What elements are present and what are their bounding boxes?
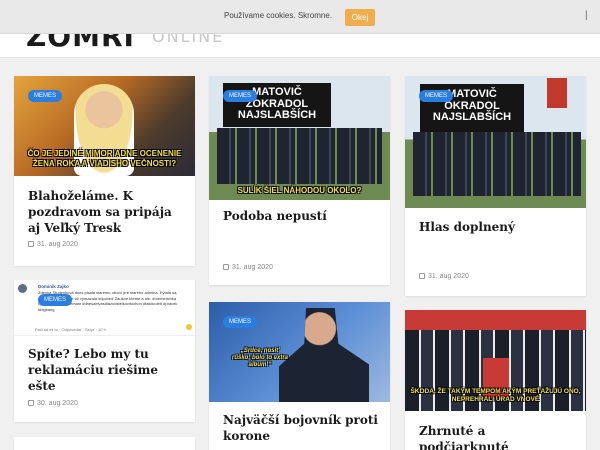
article-card[interactable]: „Srdce, nosiť rúško; bolo to extra album… (209, 302, 390, 450)
category-badge[interactable]: MEMES (419, 90, 454, 102)
article-thumbnail[interactable]: Dominik Zajko Zdenka Studenková dnes pis… (14, 280, 195, 336)
calendar-icon (419, 273, 425, 279)
calendar-icon (223, 264, 229, 270)
site-header: ZOMRI ONLINE (0, 34, 600, 58)
article-date-text: 31. aug 2020 (37, 241, 78, 248)
image-caption: ŠKODA, ŽE TAKÝM TEMPOM AKÝM PREŤAŽUJÚ ON… (410, 388, 581, 403)
article-card[interactable]: ČO JE JEDINÉ MIMORIADNE OCENENIE ŽENA RO… (14, 76, 195, 266)
cookie-accept-button[interactable]: Okej (345, 9, 375, 26)
calendar-icon (28, 241, 34, 247)
cookie-message: Používame cookies. Skromne. (224, 11, 333, 20)
article-title[interactable]: Blahoželáme. K pozdravom sa pripája aj V… (28, 188, 185, 236)
avatar (18, 284, 27, 293)
article-card[interactable]: MATOVIČ OKRADOL NAJSLABŠÍCH MEMES Hlas d… (405, 76, 586, 296)
category-badge[interactable]: MEMES (223, 316, 258, 328)
article-date-text: 31. aug 2020 (428, 273, 469, 280)
post-author: Dominik Zajko (38, 284, 69, 289)
cookie-close-icon[interactable]: | (585, 10, 588, 21)
image-caption: ČO JE JEDINÉ MIMORIADNE OCENENIE ŽENA RO… (27, 149, 182, 168)
article-date: 30. aug 2020 (28, 400, 78, 407)
site-logo-suffix: ONLINE (152, 34, 225, 46)
article-title[interactable]: Zhrnuté a podčiarknuté (419, 423, 576, 450)
category-badge[interactable]: MEMES (28, 90, 63, 102)
group-of-people (413, 132, 581, 196)
article-card[interactable]: MATOVIČ ZOKRADOL NAJSLABŠÍCH SULÍK ŠIEL … (209, 76, 390, 285)
article-date: 31. aug 2020 (28, 241, 78, 248)
cookie-banner: Používame cookies. Skromne. Okej | (0, 0, 600, 34)
image-caption: „Srdce, nosiť rúško; bolo to extra album… (231, 348, 288, 368)
article-card[interactable]: Dominik Zajko Zdenka Studenková dnes pis… (14, 280, 195, 422)
article-date: 31. aug 2020 (223, 264, 273, 271)
article-date: 31. aug 2020 (419, 273, 469, 280)
man-figure (279, 308, 369, 402)
red-signpost (547, 78, 567, 108)
category-badge[interactable]: MEMES (223, 90, 258, 102)
article-date-text: 31. aug 2020 (232, 264, 273, 271)
article-title[interactable]: Spíte? Lebo my tu reklamáciu riešime ešt… (28, 346, 185, 394)
image-caption: SULÍK ŠIEL NÁHODOU OKOLO? (237, 186, 362, 195)
reactions-icon (186, 324, 192, 330)
article-card[interactable]: ŠKODA, ŽE TAKÝM TEMPOM AKÝM PREŤAŽUJÚ ON… (405, 310, 586, 450)
site-logo[interactable]: ZOMRI (26, 34, 135, 53)
article-title[interactable]: Najväčší bojovník proti korone (223, 412, 380, 444)
category-badge[interactable]: MEMES (38, 294, 73, 306)
calendar-icon (28, 400, 34, 406)
post-actions: Páči sa mi to · Odpovedať · Skryť · 10 h (35, 327, 106, 332)
article-card[interactable] (14, 437, 195, 450)
article-thumbnail[interactable]: ŠKODA, ŽE TAKÝM TEMPOM AKÝM PREŤAŽUJÚ ON… (405, 310, 586, 411)
article-date-text: 30. aug 2020 (37, 400, 78, 407)
article-title[interactable]: Podoba nepustí (223, 208, 380, 224)
article-title[interactable]: Hlas doplnený (419, 219, 576, 235)
group-of-people (217, 128, 382, 184)
